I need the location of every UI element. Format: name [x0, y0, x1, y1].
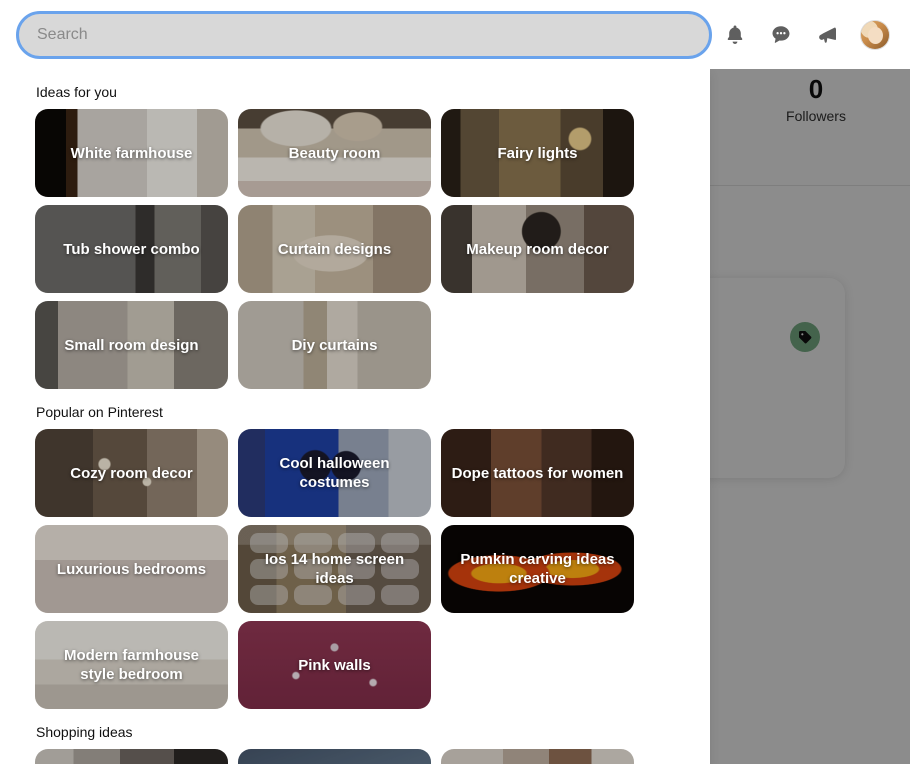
- suggestion-tile-grid: White farmhouseBeauty roomFairy lights Tu…: [0, 109, 660, 389]
- tile-label: White farmhouse: [35, 109, 228, 197]
- profile-avatar[interactable]: [860, 20, 890, 50]
- dropdown-section-title: Ideas for you: [0, 69, 710, 109]
- tile-label: Cool halloween costumes: [238, 429, 431, 517]
- suggestion-tile[interactable]: Modern farmhouse style bedroom: [35, 621, 228, 709]
- tile-label: Fairy lights: [441, 109, 634, 197]
- tile-label: Dope tattoos for women: [441, 429, 634, 517]
- dropdown-section-title: Shopping ideas: [0, 709, 710, 749]
- tile-label: Tub shower combo: [35, 205, 228, 293]
- search-field[interactable]: [16, 11, 712, 59]
- suggestion-tile[interactable]: Curtain designs: [238, 205, 431, 293]
- suggestion-tile[interactable]: Dope tattoos for women: [441, 429, 634, 517]
- top-header-bar: [0, 0, 910, 69]
- suggestion-tile[interactable]: Cool halloween costumes: [238, 429, 431, 517]
- dropdown-section-title: Popular on Pinterest: [0, 389, 710, 429]
- suggestion-tile[interactable]: Diy curtains: [238, 301, 431, 389]
- tile-label: Cozy room decor: [35, 429, 228, 517]
- suggestion-tile[interactable]: Beauty room: [238, 109, 431, 197]
- tile-label: Modern farmhouse style bedroom: [35, 621, 228, 709]
- tile-label: [35, 749, 228, 764]
- suggestion-tile[interactable]: Ios 14 home screen ideas: [238, 525, 431, 613]
- suggestion-tile[interactable]: Tub shower combo: [35, 205, 228, 293]
- search-input[interactable]: [37, 26, 691, 44]
- tile-label: Pumkin carving ideas creative: [441, 525, 634, 613]
- suggestion-tile[interactable]: Luxurious bedrooms: [35, 525, 228, 613]
- suggestion-tile[interactable]: Fairy lights: [441, 109, 634, 197]
- search-bar[interactable]: [16, 11, 712, 59]
- suggestion-tile[interactable]: Pumkin carving ideas creative: [441, 525, 634, 613]
- suggestion-tile[interactable]: Makeup room decor: [441, 205, 634, 293]
- tile-label: [238, 749, 431, 764]
- header-icon-group: [722, 20, 896, 50]
- tile-label: Curtain designs: [238, 205, 431, 293]
- suggestion-tile[interactable]: White farmhouse: [35, 109, 228, 197]
- suggestion-tile[interactable]: Pink walls: [238, 621, 431, 709]
- search-suggestions-dropdown: Ideas for youWhite farmhouseBeauty roomF…: [0, 69, 710, 764]
- suggestion-tile-grid: [0, 749, 660, 764]
- suggestion-tile[interactable]: [238, 749, 431, 764]
- pinterest-app: nly viewers 0 Followers e your audience …: [0, 0, 910, 764]
- suggestion-tile[interactable]: [35, 749, 228, 764]
- tile-label: [441, 749, 634, 764]
- suggestion-tile[interactable]: Small room design: [35, 301, 228, 389]
- messages-icon[interactable]: [768, 22, 794, 48]
- tile-label: Pink walls: [238, 621, 431, 709]
- tile-label: Beauty room: [238, 109, 431, 197]
- ads-megaphone-icon[interactable]: [814, 22, 840, 48]
- suggestion-tile-grid: Cozy room decorCool halloween costumesDo…: [0, 429, 660, 709]
- suggestion-tile[interactable]: [441, 749, 634, 764]
- tile-label: Diy curtains: [238, 301, 431, 389]
- tile-label: Makeup room decor: [441, 205, 634, 293]
- suggestion-tile[interactable]: Cozy room decor: [35, 429, 228, 517]
- notifications-icon[interactable]: [722, 22, 748, 48]
- tile-label: Ios 14 home screen ideas: [238, 525, 431, 613]
- tile-label: Small room design: [35, 301, 228, 389]
- tile-label: Luxurious bedrooms: [35, 525, 228, 613]
- dropdown-sections: Ideas for youWhite farmhouseBeauty roomF…: [0, 69, 710, 764]
